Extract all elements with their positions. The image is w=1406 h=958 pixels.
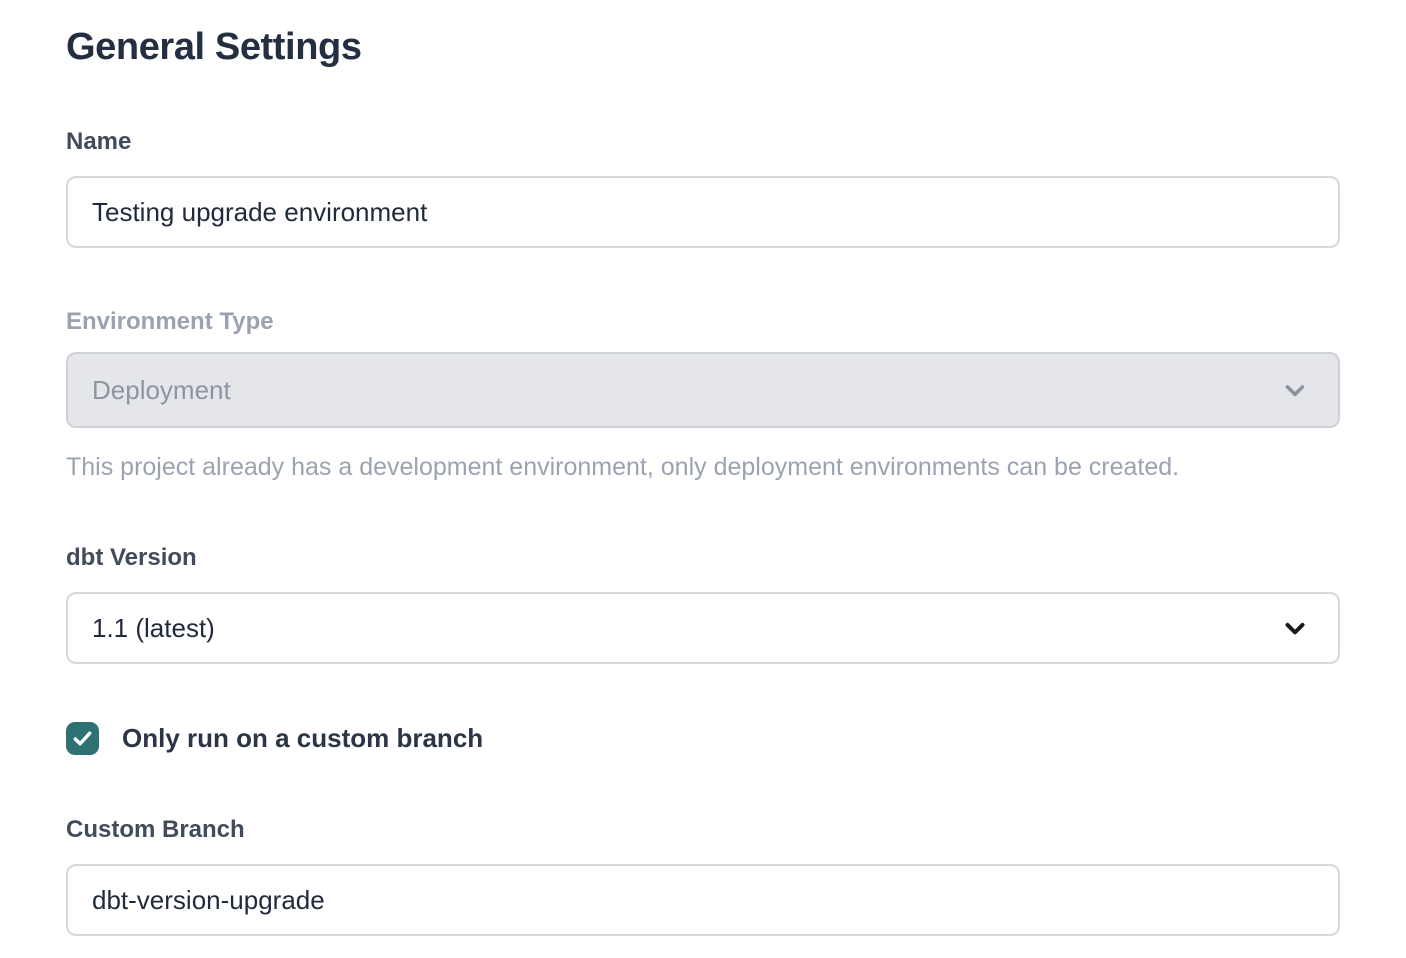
- chevron-down-icon: [1280, 375, 1310, 405]
- page-title: General Settings: [66, 24, 1340, 70]
- name-label: Name: [66, 128, 1340, 156]
- general-settings-page: General Settings Name Environment Type D…: [0, 0, 1406, 936]
- custom-branch-checkbox[interactable]: [66, 722, 99, 755]
- dbt-version-select[interactable]: 1.1 (latest): [66, 592, 1340, 664]
- environment-type-field-group: Environment Type Deployment This project…: [66, 308, 1340, 482]
- environment-type-helper: This project already has a development e…: [66, 452, 1340, 482]
- dbt-version-field-group: dbt Version 1.1 (latest): [66, 544, 1340, 664]
- environment-type-value: Deployment: [92, 375, 231, 406]
- custom-branch-field-group: Custom Branch: [66, 816, 1340, 936]
- check-icon: [71, 727, 94, 750]
- custom-branch-toggle-row[interactable]: Only run on a custom branch: [66, 722, 1340, 755]
- environment-type-label: Environment Type: [66, 308, 1340, 336]
- chevron-down-icon: [1280, 613, 1310, 643]
- environment-type-select: Deployment: [66, 352, 1340, 428]
- name-field-group: Name: [66, 128, 1340, 248]
- custom-branch-input[interactable]: [66, 864, 1340, 936]
- name-input[interactable]: [66, 176, 1340, 248]
- dbt-version-label: dbt Version: [66, 544, 1340, 572]
- dbt-version-value: 1.1 (latest): [92, 613, 215, 644]
- custom-branch-label: Custom Branch: [66, 816, 1340, 844]
- custom-branch-toggle-label[interactable]: Only run on a custom branch: [122, 723, 483, 754]
